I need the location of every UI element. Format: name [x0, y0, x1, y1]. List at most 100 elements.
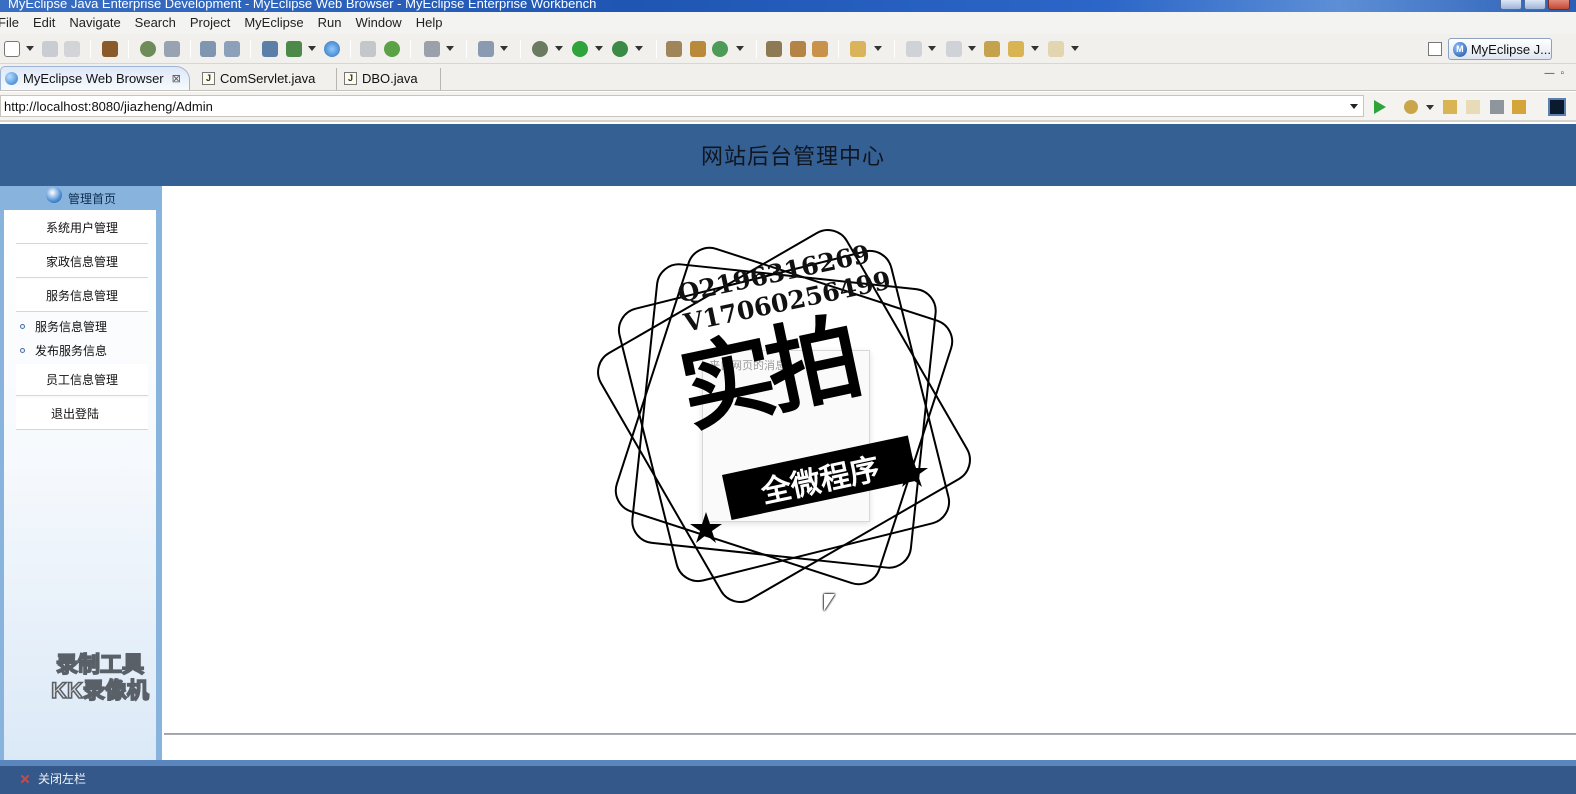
minimize-maximize-icon[interactable]: —▫ — [1544, 68, 1570, 79]
menu-bar: File Edit Navigate Search Project MyEcli… — [0, 12, 1576, 34]
external-tools-dropdown-icon[interactable] — [635, 46, 643, 51]
close-left-panel-label: 关闭左栏 — [38, 772, 87, 786]
window-controls — [1500, 0, 1570, 10]
save-icon[interactable] — [42, 41, 58, 57]
screenshot-icon[interactable] — [424, 41, 440, 57]
next-annotation-dropdown-icon[interactable] — [928, 46, 936, 51]
sidebar-subitem-label: 服务信息管理 — [35, 319, 108, 334]
url-input[interactable]: http://localhost:8080/jiazheng/Admin — [0, 95, 1364, 117]
new-java-project-icon[interactable] — [666, 41, 682, 57]
new-class-dropdown-icon[interactable] — [500, 46, 508, 51]
search-db-icon[interactable] — [224, 41, 240, 57]
menu-myeclipse[interactable]: MyEclipse — [237, 12, 310, 34]
open-project-icon[interactable] — [766, 41, 782, 57]
sidebar-home-label: 管理首页 — [67, 191, 116, 206]
run-icon[interactable] — [572, 41, 588, 57]
tab-comservlet[interactable]: J ComServlet.java — [198, 66, 336, 90]
sidebar-subitem-publish-service[interactable]: 发布服务信息 — [20, 340, 107, 360]
window-title: MyEclipse Java Enterprise Development - … — [8, 0, 597, 11]
sidebar-item-system-users[interactable]: 系统用户管理 — [16, 212, 148, 244]
menu-run[interactable]: Run — [311, 12, 349, 34]
bullet-icon — [20, 347, 25, 353]
tab-label: ComServlet.java — [220, 70, 316, 86]
favorites-icon[interactable] — [1404, 100, 1418, 114]
external-tools-icon[interactable] — [612, 41, 628, 57]
web-browser-icon[interactable] — [324, 41, 340, 57]
new-class-c-dropdown-icon[interactable] — [736, 46, 744, 51]
globe-icon — [5, 72, 18, 85]
menu-window[interactable]: Window — [348, 12, 408, 34]
forward-dropdown-icon[interactable] — [1071, 46, 1079, 51]
prev-annotation-icon[interactable] — [946, 41, 962, 57]
main-toolbar: M MyEclipse J... — [0, 34, 1576, 64]
package-icon[interactable] — [102, 41, 118, 57]
debug-icon[interactable] — [532, 41, 548, 57]
browser-back-icon[interactable] — [1443, 100, 1457, 114]
sidebar-home[interactable]: 管理首页 — [0, 186, 162, 210]
run-server-icon[interactable] — [286, 41, 302, 57]
forward-icon[interactable] — [1048, 41, 1064, 57]
perspective-label: MyEclipse J... — [1470, 41, 1551, 57]
open-folder-icon[interactable] — [850, 41, 866, 57]
last-edit-icon[interactable] — [984, 41, 1000, 57]
tab-web-browser[interactable]: MyEclipse Web Browser ⊠ — [0, 66, 190, 90]
refresh-icon[interactable] — [1512, 100, 1526, 114]
save-all-icon[interactable] — [64, 41, 80, 57]
browser-forward-icon[interactable] — [1466, 100, 1480, 114]
stop-icon[interactable] — [1490, 100, 1504, 114]
sidebar-subitem-service-manage[interactable]: 服务信息管理 — [20, 316, 107, 336]
menu-project[interactable]: Project — [183, 12, 237, 34]
new-icon[interactable] — [4, 41, 20, 57]
open-type-icon[interactable] — [360, 41, 376, 57]
sidebar-item-staff-info[interactable]: 员工信息管理 — [16, 364, 148, 396]
maximize-button[interactable] — [1524, 0, 1546, 10]
favorites-dropdown-icon[interactable] — [1426, 105, 1434, 110]
palette-icon[interactable] — [812, 41, 828, 57]
tab-close-icon[interactable]: ⊠ — [172, 72, 181, 85]
bullet-icon — [20, 323, 25, 329]
new-package-icon[interactable] — [690, 41, 706, 57]
back-dropdown-icon[interactable] — [1031, 46, 1039, 51]
new-dropdown-icon[interactable] — [26, 46, 34, 51]
tools-icon[interactable] — [790, 41, 806, 57]
close-x-icon — [20, 774, 30, 784]
menu-search[interactable]: Search — [128, 12, 183, 34]
menu-file[interactable]: File — [0, 12, 26, 34]
menu-navigate[interactable]: Navigate — [62, 12, 127, 34]
new-class-icon[interactable] — [478, 41, 494, 57]
new-class-c-icon[interactable] — [712, 41, 728, 57]
sidebar-item-logout[interactable]: 退出登陆 — [16, 398, 148, 430]
content-footer — [164, 734, 1576, 758]
add-icon[interactable] — [384, 41, 400, 57]
debug-bug-icon[interactable] — [140, 41, 156, 57]
close-left-panel-button[interactable]: 关闭左栏 — [20, 770, 86, 787]
java-file-icon: J — [202, 71, 215, 85]
screenshot-dropdown-icon[interactable] — [446, 46, 454, 51]
page-title: 网站后台管理中心 — [700, 145, 885, 170]
run-server-dropdown-icon[interactable] — [308, 46, 316, 51]
open-perspective-icon[interactable] — [1428, 42, 1442, 56]
go-icon[interactable] — [1374, 100, 1386, 114]
server-icon[interactable] — [164, 41, 180, 57]
perspective-button[interactable]: M MyEclipse J... — [1448, 38, 1552, 60]
back-icon[interactable] — [1008, 41, 1024, 57]
wizard-icon[interactable] — [200, 41, 216, 57]
prev-annotation-dropdown-icon[interactable] — [968, 46, 976, 51]
menu-edit[interactable]: Edit — [26, 12, 62, 34]
home-globe-icon — [45, 187, 62, 203]
debug-dropdown-icon[interactable] — [555, 46, 563, 51]
sidebar-item-housekeeping-info[interactable]: 家政信息管理 — [16, 246, 148, 278]
deploy-icon[interactable] — [262, 41, 278, 57]
open-folder-dropdown-icon[interactable] — [874, 46, 882, 51]
next-annotation-icon[interactable] — [906, 41, 922, 57]
tab-dbo[interactable]: J DBO.java — [340, 66, 440, 90]
window-title-bar: MyEclipse Java Enterprise Development - … — [0, 0, 1576, 12]
minimize-button[interactable] — [1500, 0, 1522, 10]
menu-help[interactable]: Help — [409, 12, 450, 34]
close-window-button[interactable] — [1548, 0, 1570, 10]
sidebar-item-service-info[interactable]: 服务信息管理 — [16, 280, 148, 312]
browser-settings-icon[interactable] — [1548, 98, 1566, 116]
java-file-icon: J — [344, 71, 357, 85]
run-dropdown-icon[interactable] — [595, 46, 603, 51]
url-history-dropdown-icon[interactable] — [1350, 104, 1358, 109]
